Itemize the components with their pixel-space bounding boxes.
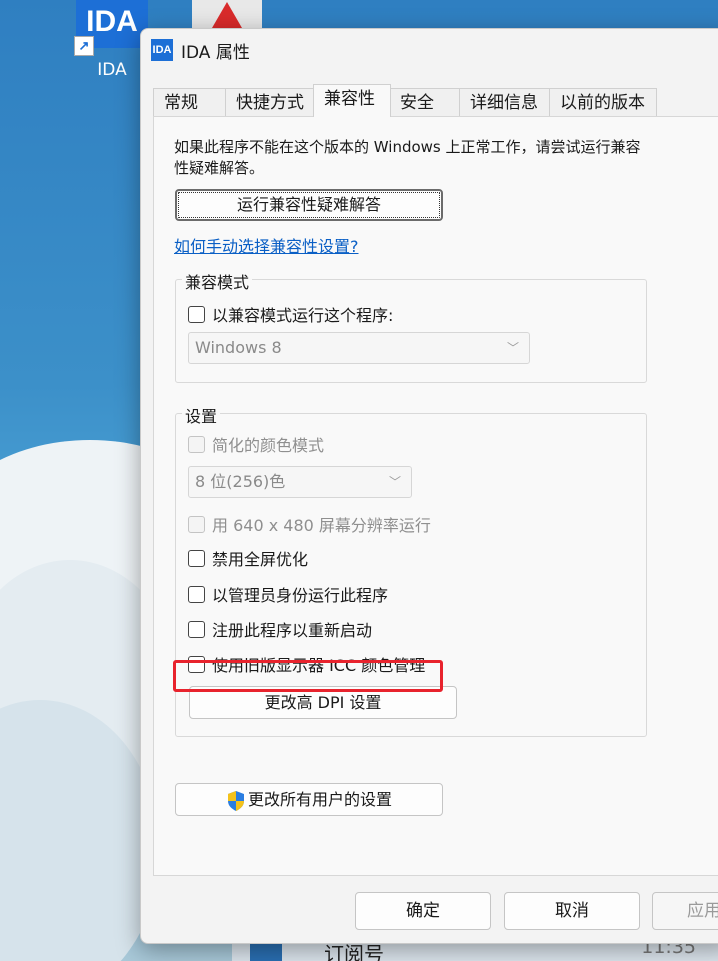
app-icon-partial[interactable] bbox=[192, 0, 262, 28]
res-640-checkbox[interactable]: 用 640 x 480 屏幕分辨率运行 bbox=[188, 512, 431, 536]
chevron-down-icon: ﹀ bbox=[506, 341, 519, 355]
desktop-icon-label: IDA bbox=[97, 60, 127, 80]
reduced-color-checkbox[interactable]: 简化的颜色模式 bbox=[188, 432, 324, 456]
compat-mode-value: Windows 8 bbox=[195, 338, 282, 357]
change-all-users-label: 更改所有用户的设置 bbox=[247, 790, 392, 809]
ok-button[interactable]: 确定 bbox=[355, 892, 491, 930]
cancel-button[interactable]: 取消 bbox=[504, 892, 640, 930]
color-depth-select[interactable]: 8 位(256)色 ﹀ bbox=[188, 466, 412, 498]
uac-shield-icon bbox=[227, 790, 244, 811]
change-all-users-button[interactable]: 更改所有用户的设置 bbox=[175, 783, 443, 816]
legacy-icc-checkbox[interactable]: 使用旧版显示器 ICC 颜色管理 bbox=[188, 652, 425, 676]
tab-shortcut[interactable]: 快捷方式 bbox=[225, 88, 315, 116]
chevron-down-icon: ﹀ bbox=[388, 475, 401, 489]
settings-group: 设置 简化的颜色模式 8 位(256)色 ﹀ 用 640 x 480 屏幕分辨率… bbox=[175, 403, 647, 737]
color-depth-value: 8 位(256)色 bbox=[195, 472, 286, 491]
register-restart-checkbox[interactable]: 注册此程序以重新启动 bbox=[188, 617, 372, 641]
manual-settings-link[interactable]: 如何手动选择兼容性设置? bbox=[174, 233, 359, 257]
checkbox-icon bbox=[188, 549, 205, 567]
desktop-icon-ida[interactable]: IDA ↗ IDA bbox=[74, 0, 148, 80]
tab-security[interactable]: 安全 bbox=[389, 88, 461, 116]
red-triangle-icon bbox=[212, 2, 242, 28]
ida-app-icon: IDA bbox=[151, 39, 173, 61]
apply-button[interactable]: 应用 bbox=[652, 892, 718, 930]
tab-compatibility[interactable]: 兼容性 bbox=[313, 84, 391, 117]
window-title: IDA 属性 bbox=[181, 43, 250, 63]
compat-mode-label: 以兼容模式运行这个程序: bbox=[212, 306, 394, 325]
compat-mode-legend: 兼容模式 bbox=[182, 269, 253, 293]
checkbox-icon bbox=[188, 305, 205, 323]
compat-mode-select[interactable]: Windows 8 ﹀ bbox=[188, 332, 530, 364]
checkbox-icon bbox=[188, 435, 205, 453]
reduced-color-label: 简化的颜色模式 bbox=[212, 436, 325, 455]
compat-mode-checkbox[interactable]: 以兼容模式运行这个程序: bbox=[188, 302, 393, 326]
checkbox-icon bbox=[188, 655, 205, 673]
checkbox-icon bbox=[188, 515, 205, 533]
tab-previous-versions[interactable]: 以前的版本 bbox=[549, 88, 657, 116]
checkbox-icon bbox=[188, 585, 205, 603]
tab-details[interactable]: 详细信息 bbox=[459, 88, 551, 116]
run-as-admin-label: 以管理员身份运行此程序 bbox=[212, 586, 389, 605]
checkbox-icon bbox=[188, 620, 205, 638]
tab-general[interactable]: 常规 bbox=[153, 88, 227, 116]
change-dpi-button[interactable]: 更改高 DPI 设置 bbox=[189, 686, 457, 719]
disable-fullscreen-checkbox[interactable]: 禁用全屏优化 bbox=[188, 546, 308, 570]
ida-logo-icon: IDA ↗ bbox=[74, 0, 148, 56]
intro-text: 如果此程序不能在这个版本的 Windows 上正常工作，请尝试运行兼容性疑难解答… bbox=[174, 138, 641, 177]
title-bar[interactable]: IDA IDA 属性 bbox=[141, 29, 718, 69]
troubleshoot-button[interactable]: 运行兼容性疑难解答 bbox=[175, 189, 443, 221]
compatibility-panel: 如果此程序不能在这个版本的 Windows 上正常工作，请尝试运行兼容性疑难解答… bbox=[153, 116, 718, 876]
register-restart-label: 注册此程序以重新启动 bbox=[212, 621, 373, 640]
compat-mode-group: 兼容模式 以兼容模式运行这个程序: Windows 8 ﹀ bbox=[175, 269, 647, 383]
shortcut-arrow-icon: ↗ bbox=[74, 36, 94, 56]
settings-legend: 设置 bbox=[182, 403, 221, 427]
disable-fullscreen-label: 禁用全屏优化 bbox=[212, 550, 309, 569]
run-as-admin-checkbox[interactable]: 以管理员身份运行此程序 bbox=[188, 582, 388, 606]
properties-dialog: IDA IDA 属性 常规 快捷方式 兼容性 安全 详细信息 以前的版本 如果此… bbox=[140, 28, 718, 944]
legacy-icc-label: 使用旧版显示器 ICC 颜色管理 bbox=[212, 656, 426, 675]
res-640-label: 用 640 x 480 屏幕分辨率运行 bbox=[212, 516, 431, 535]
